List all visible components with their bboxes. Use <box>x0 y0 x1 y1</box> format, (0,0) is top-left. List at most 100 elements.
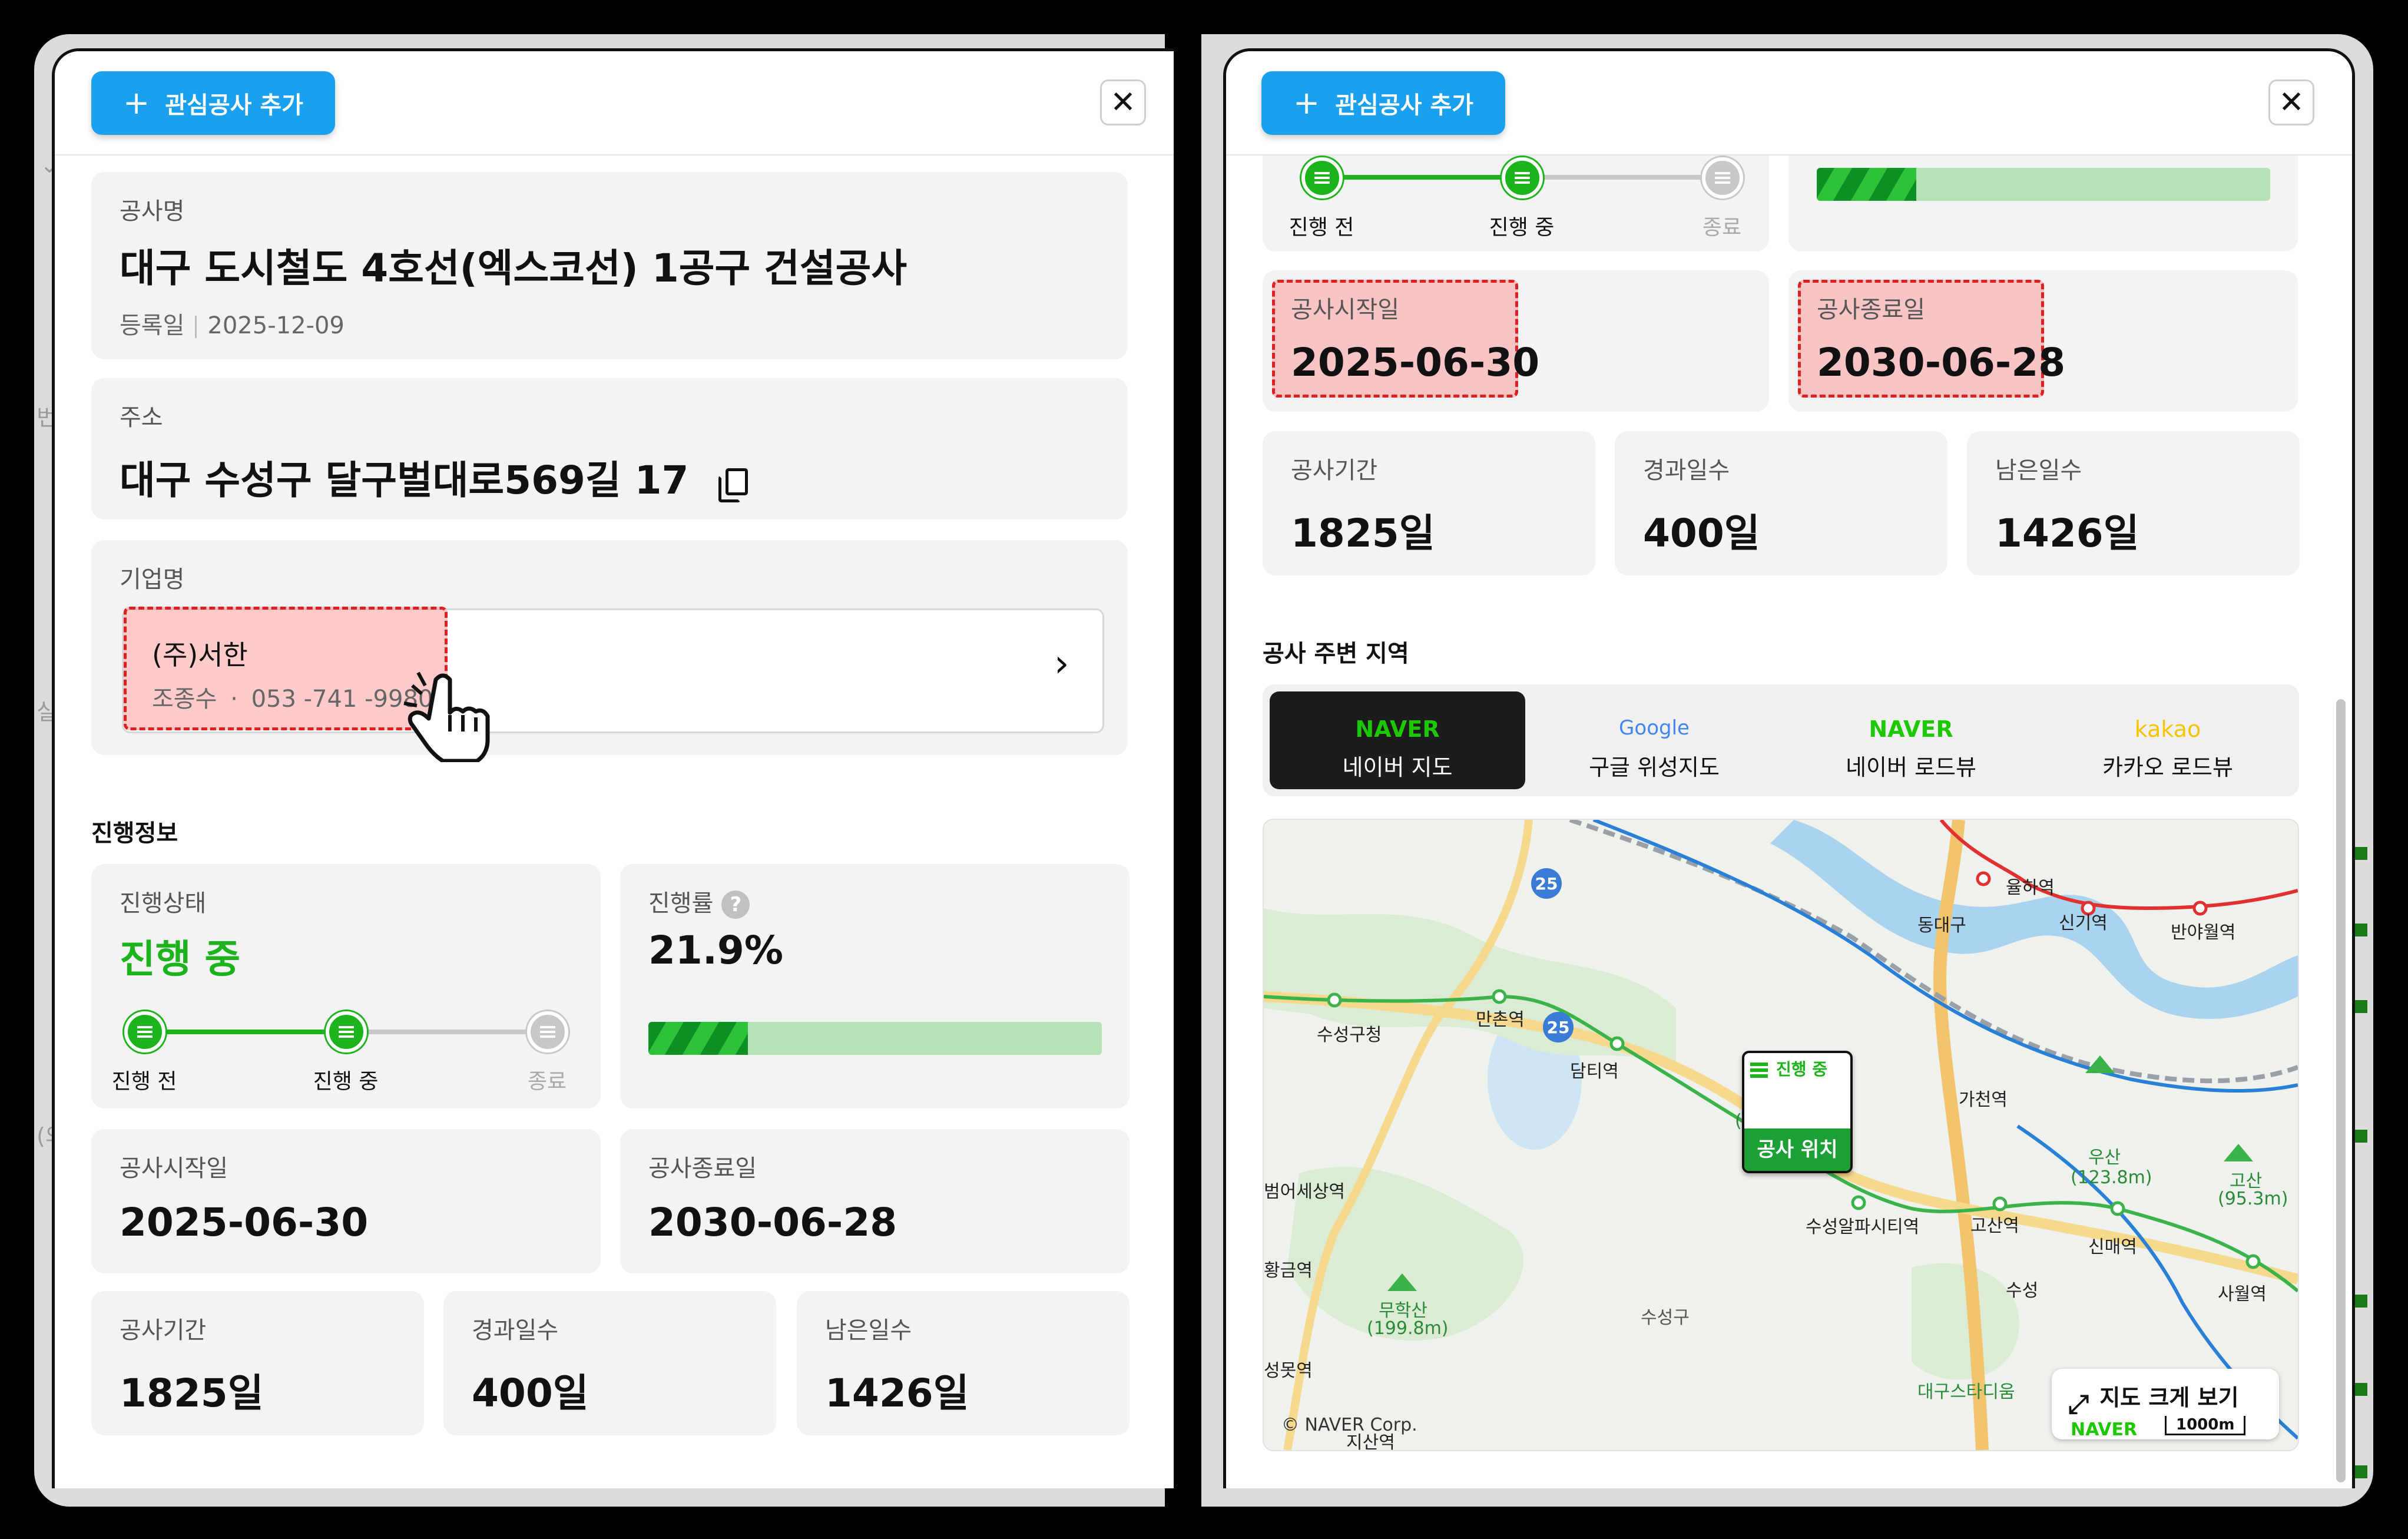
map-label: 동대구 <box>1917 915 1966 936</box>
close-button[interactable]: ✕ <box>2268 80 2314 125</box>
tab-naver-map[interactable]: NAVER 네이버 지도 <box>1270 691 1525 789</box>
map-tabs: NAVER 네이버 지도 Google 구글 위성지도 NAVER 네이버 로드… <box>1263 684 2299 796</box>
elapsed-value: 400일 <box>472 1371 589 1416</box>
scrollbar[interactable] <box>2336 699 2346 1482</box>
rate-progress-bar <box>1817 168 2270 201</box>
project-detail-panel-right: + 관심공사 추가 ✕ 진행 전 진행 중 종료 공사시작일 2025-06-3… <box>1223 48 2355 1488</box>
naver-logo-icon: NAVER <box>1355 716 1440 742</box>
duration-label: 공사기간 <box>1291 457 1378 484</box>
company-card: 기업명 (주)서한 조종수 · 053 -741 -9980 › <box>91 540 1128 762</box>
remaining-card: 남은일수 1426일 <box>797 1291 1130 1435</box>
address-value: 대구 수성구 달구벌대로569길 17 <box>120 449 748 505</box>
tab-google-satellite[interactable]: Google 구글 위성지도 <box>1526 691 1782 789</box>
project-name-value: 대구 도시철도 4호선(엑스코선) 1공구 건설공사 <box>120 246 907 291</box>
map-label: 수성 <box>2006 1280 2039 1301</box>
pin-title: 공사 위치 <box>1744 1128 1850 1171</box>
registered-date-row: 등록일 2025-12-09 <box>120 306 345 340</box>
step-label-in-progress: 진행 중 <box>1489 216 1555 240</box>
road-number: 25 <box>1535 874 1558 893</box>
tab-naver-roadview[interactable]: NAVER 네이버 로드뷰 <box>1783 691 2039 789</box>
map-view[interactable]: 25 25 율하역 신기역 반야월역 동대구 수성구청 만촌역 담티역 가천역 … <box>1263 819 2299 1451</box>
duration-label: 공사기간 <box>120 1317 207 1344</box>
map-copyright: © NAVER Corp. <box>1281 1415 1417 1435</box>
start-date-card: 공사시작일 2025-06-30 <box>91 1129 601 1273</box>
add-interest-button[interactable]: + 관심공사 추가 <box>1261 71 1505 135</box>
remaining-card: 남은일수 1426일 <box>1967 431 2300 575</box>
copy-icon[interactable] <box>718 468 748 502</box>
address-label: 주소 <box>120 404 163 431</box>
panel-header: + 관심공사 추가 ✕ <box>55 51 1174 155</box>
map-label: 가천역 <box>1959 1090 2008 1110</box>
start-date-card: 공사시작일 2025-06-30 <box>1263 270 1769 412</box>
station-dot <box>2110 1201 2125 1216</box>
duration-value: 1825일 <box>1291 511 1435 556</box>
map-label: 수성구청 <box>1317 1025 1382 1045</box>
station-dot <box>1327 992 1342 1008</box>
map-label: 우산 <box>2088 1147 2121 1168</box>
rate-progress-bar <box>648 1022 1102 1055</box>
company-label: 기업명 <box>120 566 185 593</box>
end-date-label: 공사종료일 <box>648 1155 757 1182</box>
station-dot <box>1992 1196 2008 1212</box>
step-label-in-progress: 진행 중 <box>313 1070 379 1094</box>
map-label: 수성구 <box>1641 1308 1690 1328</box>
registered-date: 2025-12-09 <box>207 312 345 339</box>
duration-value: 1825일 <box>120 1371 264 1416</box>
map-label: 고산역 <box>1970 1216 2019 1236</box>
step-label-end: 종료 <box>527 1070 567 1094</box>
tab-label: 카카오 로드뷰 <box>2102 754 2233 780</box>
station-dot <box>1492 989 1507 1004</box>
naver-logo-icon: NAVER <box>1869 716 1953 742</box>
add-interest-button[interactable]: + 관심공사 추가 <box>91 71 335 135</box>
close-button[interactable]: ✕ <box>1100 80 1146 125</box>
status-label: 진행상태 <box>120 890 207 917</box>
map-label: 반야월역 <box>2171 922 2236 943</box>
map-label: 신기역 <box>2059 913 2108 934</box>
help-icon[interactable]: ? <box>721 891 750 919</box>
company-link[interactable]: (주)서한 조종수 · 053 -741 -9980 › <box>122 607 1104 762</box>
status-value: 진행 중 <box>120 936 241 982</box>
start-date-value: 2025-06-30 <box>120 1200 369 1245</box>
expand-icon: ⤢ <box>2068 1389 2089 1419</box>
construction-location-pin[interactable]: 진행 중 공사 위치 <box>1742 1051 1853 1173</box>
map-label: 수성알파시티역 <box>1806 1217 1920 1237</box>
device-frame: ⌄ 번 실 (의 + 관심공사 추가 ✕ 공사명 대구 도시철도 4호선(엑스코… <box>0 0 2408 1539</box>
hand-cursor-icon <box>403 671 490 762</box>
map-label: 범어세상역 <box>1264 1181 1345 1202</box>
plus-icon: + <box>1293 84 1320 121</box>
start-date-label: 공사시작일 <box>1291 296 1399 323</box>
step-label-end: 종료 <box>1702 216 1742 240</box>
company-contact: 조종수 · 053 -741 -9980 <box>152 680 433 714</box>
step-label-before: 진행 전 <box>111 1070 177 1094</box>
map-label: 신매역 <box>2088 1237 2137 1257</box>
elapsed-label: 경과일수 <box>472 1317 559 1344</box>
step-dot-end <box>527 1011 568 1053</box>
step-dot-in-progress <box>326 1011 367 1053</box>
road-number: 25 <box>1547 1018 1570 1037</box>
map-section-title: 공사 주변 지역 <box>1263 640 1409 667</box>
end-date-label: 공사종료일 <box>1817 296 1925 323</box>
tab-kakao-roadview[interactable]: kakao 카카오 로드뷰 <box>2040 691 2296 789</box>
rate-progress-fill <box>648 1022 748 1055</box>
end-date-value: 2030-06-28 <box>1817 340 2066 385</box>
map-label: (123.8m) <box>2071 1167 2152 1188</box>
rate-progress-fill <box>1817 168 1916 201</box>
map-label: (95.3m) <box>2218 1189 2288 1209</box>
end-date-value: 2030-06-28 <box>648 1200 897 1245</box>
end-date-card: 공사종료일 2030-06-28 <box>620 1129 1130 1273</box>
map-label: 율하역 <box>2006 878 2055 898</box>
map-label: 만촌역 <box>1476 1010 1525 1030</box>
expand-map-label: 지도 크게 보기 <box>2099 1384 2239 1411</box>
tab-label: 네이버 로드뷰 <box>1846 754 1976 780</box>
station-dot <box>2192 901 2208 916</box>
separator <box>195 316 197 338</box>
elapsed-card: 경과일수 400일 <box>1615 431 1947 575</box>
status-card: 진행상태 진행 중 진행 전 진행 중 종료 <box>91 864 601 1108</box>
contact-separator: · <box>230 686 238 713</box>
pin-status: 진행 중 <box>1776 1060 1828 1079</box>
add-interest-label: 관심공사 추가 <box>1335 92 1473 119</box>
google-logo-icon: Google <box>1619 716 1690 740</box>
elapsed-card: 경과일수 400일 <box>443 1291 776 1435</box>
remaining-label: 남은일수 <box>825 1317 912 1344</box>
chevron-right-icon: › <box>1054 642 1069 686</box>
